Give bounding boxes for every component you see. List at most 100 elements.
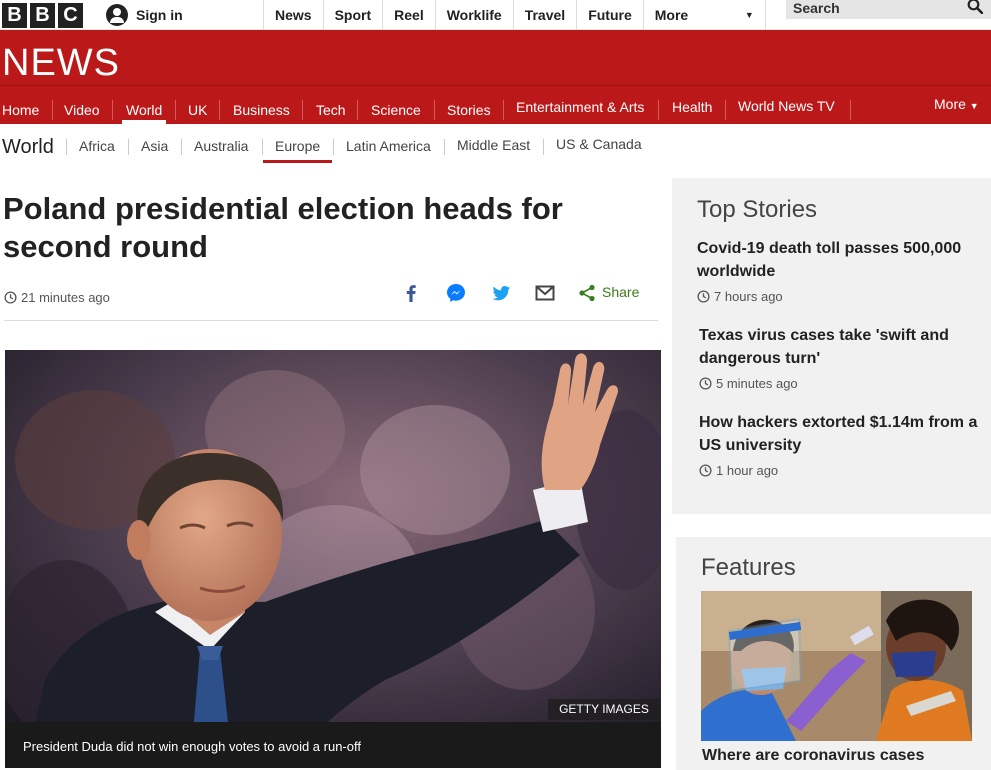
image-caption: President Duda did not win enough votes … [5,722,661,768]
subnav-divider [444,139,445,155]
features-image-illustration [701,591,972,741]
header-divider [4,320,658,321]
nav-divider [302,100,303,120]
features-title: Features [701,554,796,581]
features-headline[interactable]: Where are coronavirus cases [702,747,924,765]
story-item[interactable]: Covid-19 death toll passes 500,000 world… [697,237,982,304]
headline-line: Poland presidential election heads for [3,191,563,226]
story-headline[interactable]: Covid-19 death toll passes 500,000 world… [697,237,982,283]
timestamp-text: 21 minutes ago [21,290,110,305]
clock-icon [699,464,712,477]
section-title[interactable]: World [2,136,54,159]
messenger-icon[interactable] [445,282,467,304]
headline-line: second round [3,229,208,264]
subnav-divider [66,139,67,155]
nav-divider [503,100,504,120]
features-panel: Features Where are coronavirus cases [676,537,991,770]
nav-divider [52,100,53,120]
logo-letter: B [2,3,27,28]
story-timestamp: 7 hours ago [697,289,982,304]
nav-entertainment-arts[interactable]: Entertainment & Arts [516,86,644,124]
story-item[interactable]: Texas virus cases take 'swift and danger… [699,324,984,391]
nav-world[interactable]: World [121,86,167,124]
nav-divider [850,100,851,120]
article-headline: Poland presidential election heads for s… [3,190,643,266]
bbc-logo[interactable]: B B C [2,3,83,28]
nav-divider [357,100,358,120]
top-nav-future[interactable]: Future [576,0,643,30]
sign-in-label: Sign in [136,7,183,23]
subnav-divider [181,139,182,155]
story-time-text: 1 hour ago [716,463,779,478]
top-nav-worklife[interactable]: Worklife [434,0,513,30]
story-time-text: 5 minutes ago [716,376,798,391]
clock-icon [4,291,17,304]
nav-divider [434,100,435,120]
top-nav-more-label: More [654,7,689,23]
news-masthead: NEWS [0,30,991,85]
image-credit: GETTY IMAGES [548,699,660,720]
twitter-icon[interactable] [490,282,512,304]
subnav-middle-east[interactable]: Middle East [457,137,530,153]
top-nav-more[interactable]: More ▼ [642,0,766,30]
subnav-divider [262,139,263,155]
top-bar: B B C Sign in News Sport Reel Worklife T… [0,0,991,30]
logo-letter: B [30,3,55,28]
top-nav-reel[interactable]: Reel [382,0,435,30]
caret-down-icon: ▼ [969,101,979,111]
caret-down-icon: ▼ [744,10,754,20]
story-headline[interactable]: Texas virus cases take 'swift and danger… [699,324,984,370]
nav-stories[interactable]: Stories [447,86,491,124]
top-nav-news[interactable]: News [263,0,323,30]
nav-world-news-tv[interactable]: World News TV [738,86,835,124]
nav-health[interactable]: Health [672,86,712,124]
nav-video[interactable]: Video [64,86,100,124]
story-timestamp: 1 hour ago [699,463,984,478]
sign-in-button[interactable]: Sign in [106,0,183,30]
subnav-divider [128,139,129,155]
nav-more-button[interactable]: More ▼ [934,86,979,124]
nav-tech[interactable]: Tech [316,86,346,124]
nav-home[interactable]: Home [2,86,39,124]
nav-more-label: More [934,96,966,112]
secondary-nav: World Africa Asia Australia Europe Latin… [0,124,991,164]
subnav-us-canada[interactable]: US & Canada [556,136,642,152]
share-icon[interactable] [578,284,596,302]
search-input[interactable]: Search [786,0,991,19]
nav-divider [725,100,726,120]
story-item[interactable]: How hackers extorted $1.14m from a US un… [699,411,984,478]
user-icon [106,4,128,26]
main-nav: Home Video World UK Business Tech Scienc… [0,85,991,124]
search-icon[interactable] [967,0,983,14]
top-stories-title: Top Stories [697,196,818,223]
story-headline[interactable]: How hackers extorted $1.14m from a US un… [699,411,984,457]
search-placeholder: Search [793,0,840,16]
email-icon[interactable] [534,282,556,304]
subnav-australia[interactable]: Australia [194,138,248,154]
nav-science[interactable]: Science [371,86,421,124]
top-nav-sport[interactable]: Sport [322,0,383,30]
subnav-asia[interactable]: Asia [141,138,168,154]
subnav-divider [543,139,544,155]
share-button[interactable]: Share [602,284,639,300]
clock-icon [697,290,710,303]
subnav-africa[interactable]: Africa [79,138,115,154]
subnav-divider [333,139,334,155]
top-nav-travel[interactable]: Travel [512,0,576,30]
nav-divider [175,100,176,120]
subnav-europe[interactable]: Europe [262,138,333,163]
nav-business[interactable]: Business [233,86,290,124]
features-image[interactable] [701,591,972,741]
nav-divider [219,100,220,120]
news-logo[interactable]: NEWS [2,43,120,83]
top-nav: News Sport Reel Worklife Travel Future M… [263,0,766,30]
nav-divider [658,100,659,120]
top-stories-panel: Top Stories Covid-19 death toll passes 5… [672,178,991,514]
nav-divider [112,100,113,120]
facebook-icon[interactable] [400,282,422,304]
clock-icon [699,377,712,390]
logo-letter: C [58,3,83,28]
story-time-text: 7 hours ago [714,289,783,304]
subnav-latin-america[interactable]: Latin America [346,138,431,154]
nav-uk[interactable]: UK [188,86,207,124]
